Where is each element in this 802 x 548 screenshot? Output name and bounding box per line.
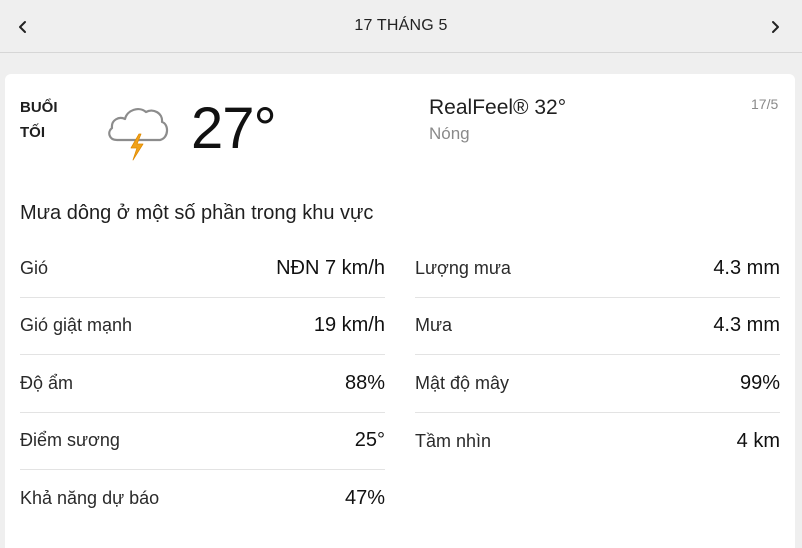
detail-row-wind: Gió NĐN 7 km/h [20, 240, 385, 298]
detail-value: 99% [739, 371, 780, 394]
detail-label: Độ ẩm [20, 372, 74, 393]
next-day-button[interactable] [761, 13, 789, 41]
detail-row-forecast-confidence: Khả năng dự báo 47% [20, 470, 385, 528]
detail-value: 25° [354, 429, 385, 452]
detail-value: 4.3 mm [713, 256, 780, 279]
detail-value: 88% [344, 371, 385, 394]
detail-row-cloud-cover: Mật độ mây 99% [415, 355, 780, 413]
detail-label: Điểm sương [20, 430, 120, 451]
detail-value: 19 km/h [313, 314, 385, 337]
detail-row-humidity: Độ ẩm 88% [20, 355, 385, 413]
detail-label: Lượng mưa [415, 257, 511, 278]
period-label: BUỔI TỐI [20, 95, 80, 145]
period-line-2: TỐI [20, 124, 45, 141]
chevron-right-icon [772, 21, 779, 33]
detail-value: NĐN 7 km/h [276, 256, 385, 279]
detail-row-visibility: Tầm nhìn 4 km [415, 413, 780, 471]
detail-value: 4 km [736, 429, 780, 452]
period-line-1: BUỔI [20, 99, 58, 116]
detail-label: Gió giật mạnh [20, 315, 133, 336]
detail-label: Mưa [415, 315, 453, 336]
detail-value: 4.3 mm [713, 314, 780, 337]
forecast-date: 17/5 [751, 96, 779, 112]
thunderstorm-cloud-icon [108, 108, 169, 161]
detail-label: Mật độ mây [415, 372, 510, 393]
details-left-column: Gió NĐN 7 km/h Gió giật mạnh 19 km/h Độ … [20, 240, 385, 528]
detail-label: Tầm nhìn [415, 430, 492, 451]
detail-row-rain: Mưa 4.3 mm [415, 298, 780, 355]
date-navigation-bar: 17 THÁNG 5 [0, 0, 802, 53]
weather-phrase: Mưa dông ở một số phần trong khu vực [20, 202, 374, 224]
realfeel-description: Nóng [429, 124, 470, 143]
details-right-column: Lượng mưa 4.3 mm Mưa 4.3 mm Mật độ mây 9… [415, 240, 780, 470]
detail-value: 47% [344, 487, 385, 510]
detail-row-precipitation: Lượng mưa 4.3 mm [415, 240, 780, 298]
forecast-card: BUỔI TỐI 27° RealFeel® 32° Nóng 17/5 Mưa… [5, 74, 795, 548]
temperature: 27° [191, 96, 277, 161]
detail-row-wind-gust: Gió giật mạnh 19 km/h [20, 298, 385, 355]
realfeel-temperature: RealFeel® 32° [429, 96, 567, 119]
detail-label: Gió [20, 257, 49, 278]
detail-row-dew-point: Điểm sương 25° [20, 413, 385, 470]
page-title: 17 THÁNG 5 [354, 17, 448, 34]
detail-label: Khả năng dự báo [20, 488, 160, 509]
